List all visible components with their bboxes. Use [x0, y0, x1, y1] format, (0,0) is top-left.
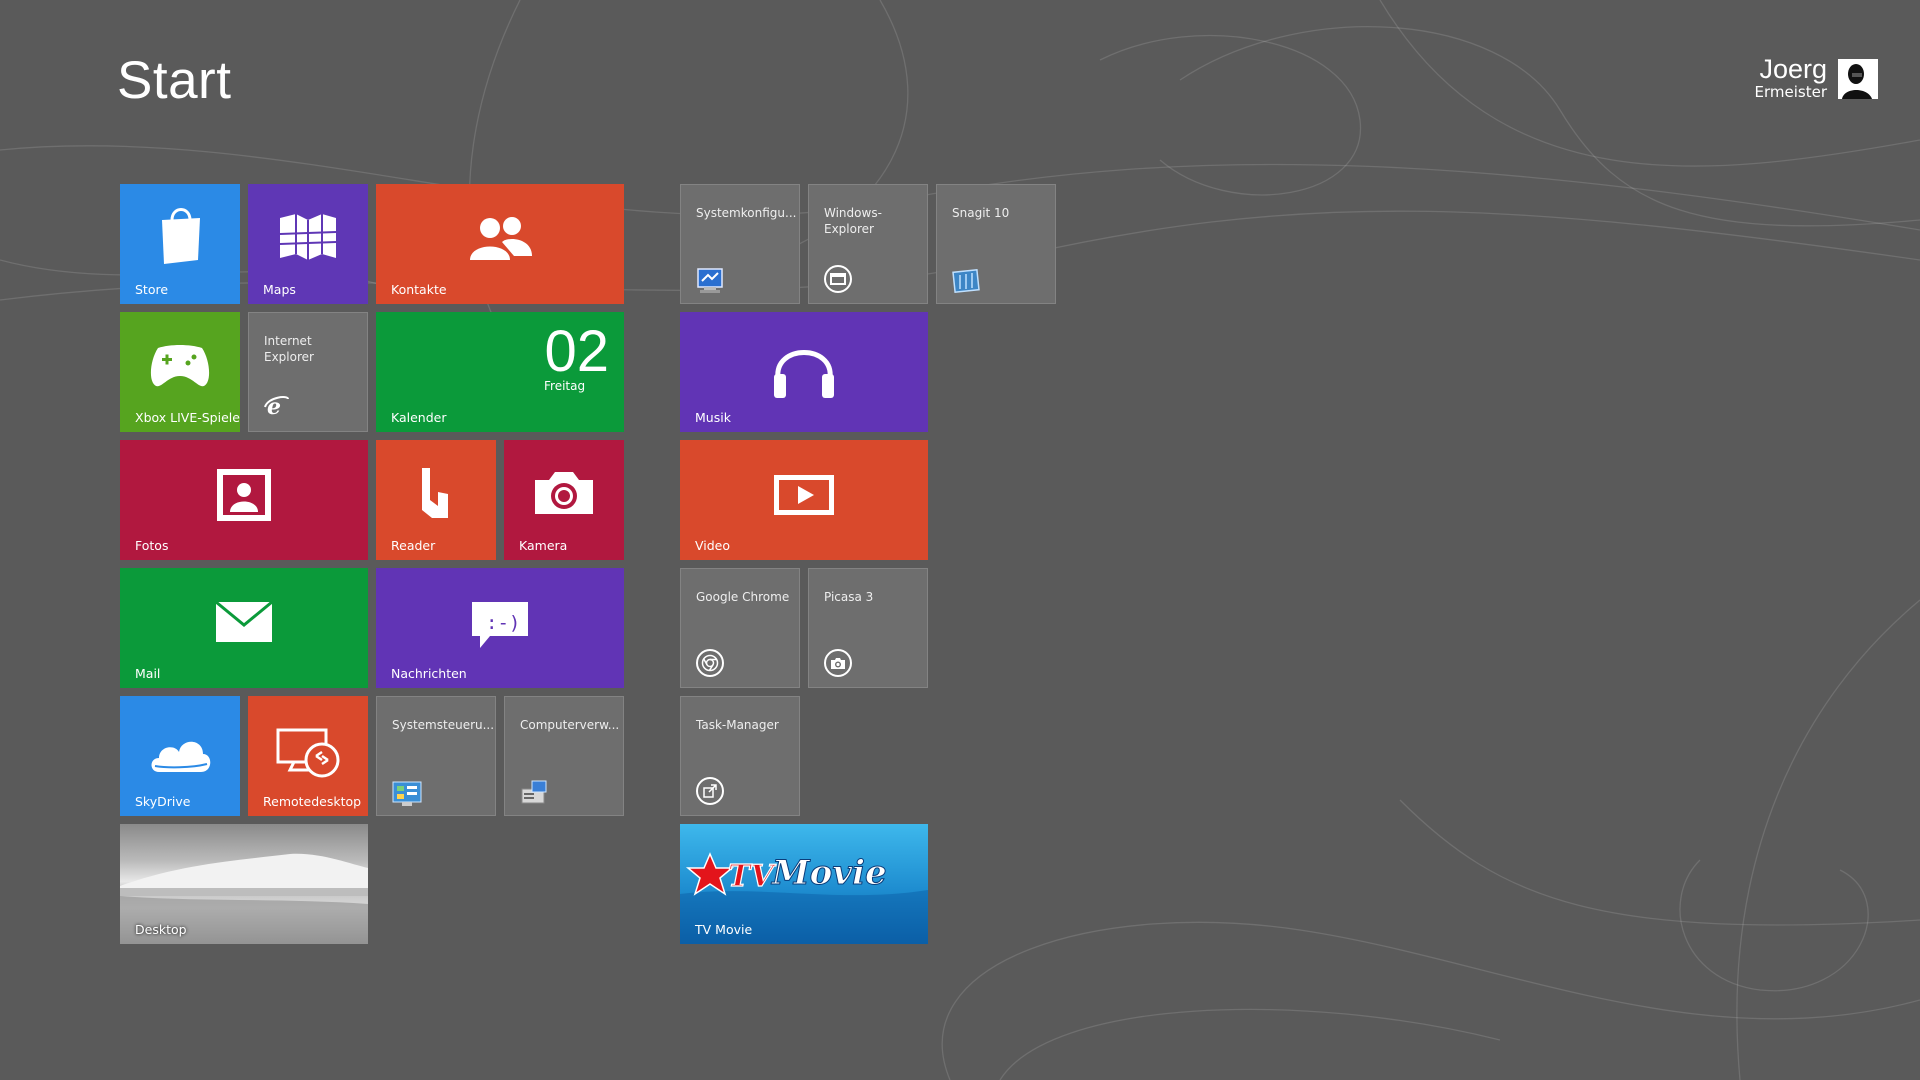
tile-label: Kontakte [391, 282, 447, 297]
shopping-bag-icon [162, 208, 200, 264]
user-subtitle: Ermeister [1754, 83, 1827, 101]
tile-label: TV Movie [695, 922, 753, 937]
tile-label: Picasa 3 [824, 590, 874, 604]
camera-icon [535, 472, 593, 514]
tile-video[interactable]: Video [680, 440, 928, 560]
tile-systemkonfiguration[interactable]: Systemkonfigu... [680, 184, 800, 304]
tile-label: SkyDrive [135, 794, 191, 809]
tile-label: Google Chrome [696, 590, 790, 604]
tile-kamera[interactable]: Kamera [504, 440, 624, 560]
tile-label: Remotedesktop [263, 794, 362, 809]
user-name: Joerg [1759, 54, 1827, 84]
tile-label: Computerverw... [520, 718, 620, 732]
tile-label: Video [695, 538, 731, 553]
chrome-icon [696, 649, 724, 677]
calendar-date: 02 [544, 319, 609, 384]
tile-label: Kamera [519, 538, 568, 553]
control-panel-icon [392, 781, 422, 806]
tile-label: Store [135, 282, 169, 297]
people-icon [470, 217, 532, 260]
tile-desktop[interactable]: Desktop [120, 824, 368, 944]
avatar[interactable] [1838, 59, 1878, 99]
tile-label: Systemsteueru... [392, 718, 495, 732]
tile-internet-explorer[interactable]: Internet Explorer e [248, 312, 368, 432]
tile-snagit[interactable]: Snagit 10 [936, 184, 1056, 304]
task-manager-icon [696, 777, 724, 805]
tile-fotos[interactable]: Fotos [120, 440, 368, 560]
user-account[interactable]: Joerg Ermeister [1755, 55, 1827, 101]
tile-nachrichten[interactable]: :-) Nachrichten [376, 568, 624, 688]
map-icon [279, 214, 337, 260]
tile-label: Systemkonfigu... [696, 206, 797, 220]
remote-desktop-icon [276, 728, 340, 778]
tile-maps[interactable]: Maps [248, 184, 368, 304]
tile-remotedesktop[interactable]: Remotedesktop [248, 696, 368, 816]
tile-label: Nachrichten [391, 666, 467, 681]
svg-text:Movie: Movie [771, 853, 887, 893]
tile-skydrive[interactable]: SkyDrive [120, 696, 240, 816]
tile-label: Mail [135, 666, 161, 681]
tile-google-chrome[interactable]: Google Chrome [680, 568, 800, 688]
photo-icon [217, 469, 271, 521]
tile-label: Maps [263, 282, 296, 297]
tile-label: Musik [695, 410, 731, 425]
tile-windows-explorer[interactable]: Windows- Explorer [808, 184, 928, 304]
computer-management-icon [521, 780, 547, 804]
snagit-icon [952, 269, 980, 294]
picasa-camera-icon [824, 649, 852, 677]
tile-label: Kalender [391, 410, 447, 425]
cloud-icon [151, 741, 211, 772]
tile-label: Desktop [135, 922, 187, 937]
tile-musik[interactable]: Musik [680, 312, 928, 432]
tile-kontakte[interactable]: Kontakte [376, 184, 624, 304]
tile-reader[interactable]: Reader [376, 440, 496, 560]
tile-tv-movie[interactable]: TV Movie TV Movie [680, 824, 928, 944]
tile-kalender[interactable]: 02 Freitag Kalender [376, 312, 624, 432]
system-config-icon [697, 268, 723, 293]
svg-text:TV: TV [728, 859, 776, 894]
windows-explorer-icon [824, 265, 852, 293]
tile-systemsteuerung[interactable]: Systemsteueru... [376, 696, 496, 816]
tile-label: Task-Manager [696, 718, 779, 732]
tile-store[interactable]: Store [120, 184, 240, 304]
tile-label: Fotos [135, 538, 169, 553]
tile-label: Windows- Explorer [824, 206, 882, 236]
tile-label: Internet Explorer [264, 334, 314, 364]
emoticon-text: :-) [486, 612, 521, 634]
tile-mail[interactable]: Mail [120, 568, 368, 688]
tile-picasa[interactable]: Picasa 3 [808, 568, 928, 688]
tile-task-manager[interactable]: Task-Manager [680, 696, 800, 816]
reader-icon [422, 468, 448, 518]
headphones-icon [774, 350, 834, 398]
tile-label: Xbox LIVE-Spiele [135, 410, 240, 425]
gamepad-icon [150, 345, 210, 387]
page-title: Start [117, 51, 232, 110]
envelope-icon [215, 601, 273, 642]
tile-computerverwaltung[interactable]: Computerverw... [504, 696, 624, 816]
calendar-day: Freitag [544, 379, 586, 393]
play-icon [774, 475, 834, 515]
tile-label: Reader [391, 538, 436, 553]
tile-xbox-live-spiele[interactable]: Xbox LIVE-Spiele [120, 312, 240, 432]
tile-label: Snagit 10 [952, 206, 1010, 220]
internet-explorer-icon: e [264, 394, 289, 419]
